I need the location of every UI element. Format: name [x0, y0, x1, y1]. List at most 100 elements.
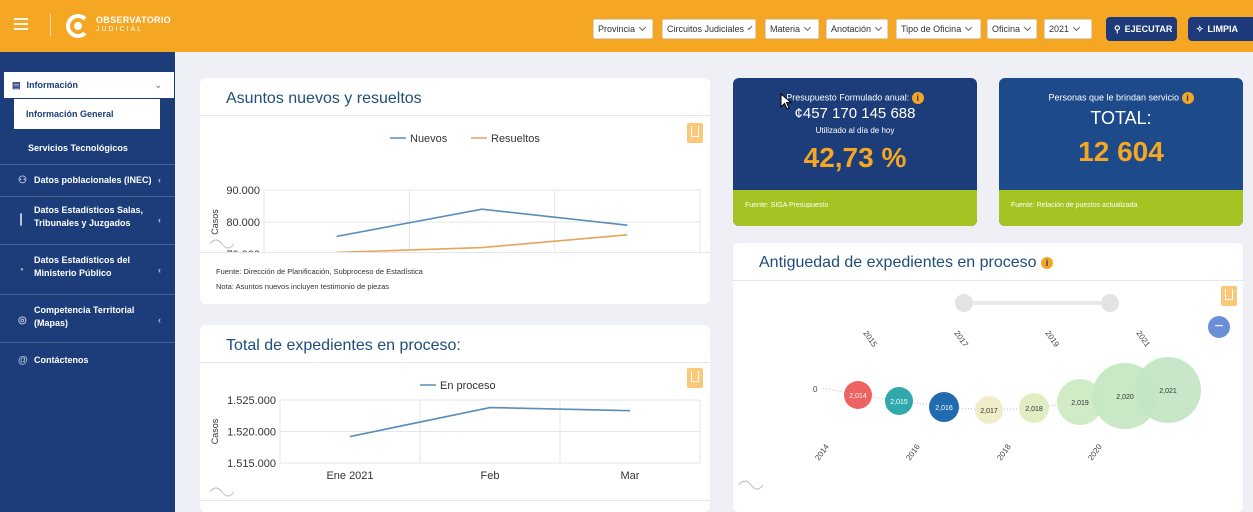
sidebar-item-label: (Mapas) [34, 318, 69, 328]
chevron-left-icon: ‹ [158, 215, 161, 225]
series-line [349, 406, 631, 438]
filter-label: Materia [770, 24, 801, 34]
card-title: Asuntos nuevos y resueltos [226, 90, 422, 107]
divider [0, 196, 175, 197]
kpi-budget: Presupuesto Formulado anual: i ¢457 170 … [733, 78, 977, 226]
kpi-source: Fuente: SIGA Presupuesto [733, 190, 977, 226]
logo-icon [66, 14, 90, 38]
card-asuntos: Asuntos nuevos y resueltos 90.00080.0007… [200, 78, 710, 304]
bar-chart-icon: ┃ [18, 215, 25, 226]
divider [50, 14, 51, 36]
sidebar-item-inec[interactable]: ⚇ Datos poblacionales (INEC) ‹ [0, 170, 175, 190]
kpi-title-text: Personas que le brindan servicio [1048, 92, 1180, 103]
at-icon: @ [18, 354, 28, 366]
chart-expedientes: 1.525.000 1.520.000 1.515.000 Casos Ene 2021… [209, 380, 701, 497]
sidebar-item-ministerio[interactable]: ◔ Datos Estadísticos del Ministerio Públ… [0, 254, 175, 286]
filter-provincia[interactable]: Provincia [593, 19, 653, 39]
filter-year[interactable]: 2021 [1044, 19, 1092, 39]
card-title-text: Antiguedad de expedientes en proceso [759, 254, 1037, 271]
y-tick-label: 1.525.000 [227, 395, 276, 407]
slider-handle-end[interactable] [1101, 294, 1119, 312]
x-tick-label: Feb [481, 470, 500, 482]
info-icon[interactable]: i [1041, 256, 1053, 269]
budget-used-label: Utilizado al día de hoy [815, 126, 895, 135]
clear-label: LIMPIA [1207, 24, 1239, 34]
broom-icon: ✧ [1196, 23, 1204, 34]
filter-materia[interactable]: Materia [765, 19, 819, 39]
chevron-down-icon [1023, 23, 1032, 32]
sidebar-item-label: Datos poblacionales (INEC) [34, 174, 152, 185]
legend-label: Resueltos [491, 133, 540, 145]
sidebar-item-competencia[interactable]: ◎ Competencia Territorial (Mapas) ‹ [0, 304, 175, 336]
filter-circuitos[interactable]: Circuitos Judiciales [662, 19, 756, 39]
y-axis-label: Casos [210, 209, 220, 235]
bubble-label: 2,019 [1071, 400, 1089, 407]
divider [0, 244, 175, 245]
sidebar-item-informacion-general[interactable]: Información General [14, 99, 160, 129]
legend-label: En proceso [440, 380, 496, 392]
y-tick-label: 80.000 [226, 217, 260, 229]
chevron-down-icon [1072, 23, 1081, 32]
filter-label: Circuitos Judiciales [667, 24, 745, 34]
filter-tipo-oficina[interactable]: Tipo de Oficina [896, 19, 981, 39]
budget-percent: 42,73 % [803, 142, 907, 173]
top-bar: OBSERVATORIO JUDICIAL Provincia Circuito… [0, 0, 1253, 52]
sidebar-item-label: Información General [26, 109, 114, 119]
logo-subtitle: JUDICIAL [96, 26, 144, 33]
bubble-label: 2,017 [980, 408, 998, 415]
divider [0, 342, 175, 343]
sidebar-item-contacto[interactable]: @ Contáctenos [0, 350, 175, 370]
logo[interactable]: OBSERVATORIO JUDICIAL [96, 16, 171, 34]
divider [200, 500, 710, 501]
divider [0, 294, 175, 295]
y-axis-label: Casos [210, 418, 220, 444]
filter-oficina[interactable]: Oficina [987, 19, 1037, 39]
bubble-label: 2,020 [1116, 394, 1134, 401]
legend-label: Nuevos [410, 133, 448, 145]
people-icon: ⚇ [18, 174, 27, 186]
info-icon[interactable]: i [1181, 92, 1194, 104]
filter-anotacion[interactable]: Anotación [826, 19, 888, 39]
y-tick-label: 1.520.000 [227, 427, 276, 439]
sidebar-item-label: Ministerio Público [34, 268, 112, 278]
timeline-slider-track[interactable] [965, 301, 1105, 305]
chevron-down-icon [803, 23, 812, 32]
card-expedientes: Total de expedientes en proceso: 1.525.0… [200, 325, 710, 512]
sidebar-item-label: Datos Estadísticos Salas, [34, 205, 144, 215]
sidebar-item-label: Servicios Tecnológicos [28, 142, 128, 153]
timeline-label: 2021 [1134, 329, 1152, 349]
filter-label: Tipo de Oficina [901, 24, 962, 34]
zoom-navigator-icon [209, 239, 235, 249]
y-tick-label: 90.000 [226, 185, 260, 197]
execute-label: EJECUTAR [1124, 24, 1173, 34]
sidebar-item-label: Tribunales y Juzgados [34, 218, 131, 228]
clear-button[interactable]: ✧ LIMPIA [1188, 17, 1253, 41]
sidebar: ▤ Información ⌄ Información General Serv… [0, 52, 175, 512]
zoom-navigator-icon [209, 487, 235, 497]
chevron-down-icon [638, 23, 647, 32]
sidebar-item-servicios[interactable]: Servicios Tecnológicos [0, 138, 175, 158]
sidebar-item-informacion[interactable]: ▤ Información ⌄ [4, 72, 174, 98]
execute-button[interactable]: ⚲ EJECUTAR [1106, 17, 1177, 41]
cursor-icon [780, 93, 793, 110]
sidebar-item-salas[interactable]: ┃ Datos Estadísticos Salas, Tribunales y… [0, 204, 175, 236]
timeline-label: 2014 [813, 442, 831, 462]
divider [733, 280, 1243, 281]
chart-note: Nota: Asuntos nuevos incluyen testimonio… [216, 282, 390, 291]
chart-source: Fuente: Dirección de Planificación, Subp… [216, 267, 423, 276]
budget-amount: ¢457 170 145 688 [794, 105, 916, 122]
timeline-label: 2016 [904, 442, 922, 462]
menu-icon[interactable] [14, 18, 28, 30]
info-icon[interactable]: i [911, 92, 924, 104]
kpi-title-text: Presupuesto Formulado anual: [786, 92, 910, 103]
sidebar-item-label: Contáctenos [34, 354, 89, 365]
series-line [336, 234, 628, 252]
card-antiguedad: Antiguedad de expedientes en proceso i −… [733, 243, 1243, 512]
pie-chart-icon: ◔ [18, 265, 25, 276]
slider-handle-start[interactable] [955, 294, 973, 312]
chart-antiguedad: 0 2,014 2,015 2,016 2,017 2,018 2,019 2,020 2,02… [738, 329, 1201, 490]
export-icon[interactable] [1221, 286, 1237, 306]
sidebar-item-label: Información [26, 80, 79, 90]
chevron-left-icon: ‹ [158, 265, 161, 275]
filter-label: Anotación [831, 24, 872, 34]
